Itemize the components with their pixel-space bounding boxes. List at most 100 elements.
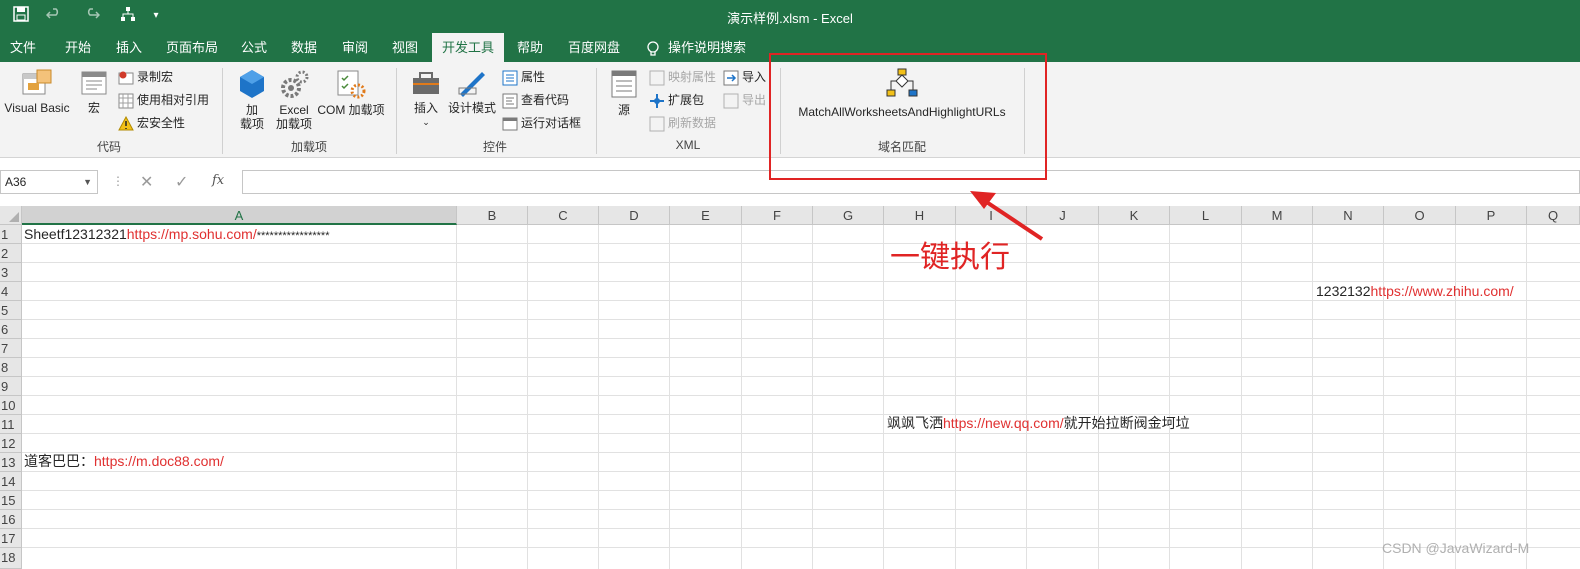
com-addins-button[interactable]: COM 加载项 <box>316 68 386 117</box>
view-code-button[interactable]: 查看代码 <box>502 90 569 110</box>
map-properties-button[interactable]: 映射属性 <box>649 67 716 87</box>
view-code-label: 查看代码 <box>521 93 570 107</box>
import-label: 导入 <box>742 70 767 84</box>
cell-n4-text: 1232132 <box>1316 283 1371 299</box>
tab-home[interactable]: 开始 <box>55 33 101 62</box>
row-header[interactable]: 13 <box>0 453 22 472</box>
tab-view[interactable]: 视图 <box>382 33 428 62</box>
tab-formulas[interactable]: 公式 <box>231 33 277 62</box>
row-header[interactable]: 11 <box>0 415 22 434</box>
addins-button[interactable]: 加 载项 <box>234 68 270 131</box>
row-header[interactable]: 3 <box>0 263 22 282</box>
toolbox-icon <box>413 72 439 94</box>
row-header[interactable]: 6 <box>0 320 22 339</box>
cell-a1[interactable]: Sheetf12312321https://mp.sohu.com/******… <box>24 225 330 244</box>
column-header-b[interactable]: B <box>457 206 528 225</box>
cell-h11[interactable]: 飒飒飞洒https://new.qq.com/就开始拉断阀金坷垃 <box>887 414 1190 433</box>
tab-baidu-netdisk[interactable]: 百度网盘 <box>558 33 630 62</box>
enter-icon[interactable]: ✓ <box>175 172 188 192</box>
grid-line <box>741 225 742 569</box>
column-header-a[interactable]: A <box>22 206 457 225</box>
cell-n4-url: https://www.zhihu.com/ <box>1370 283 1514 299</box>
cancel-icon[interactable]: ✕ <box>140 172 153 192</box>
macro-security-label: 宏安全性 <box>137 116 186 130</box>
run-dialog-button[interactable]: 运行对话框 <box>502 113 581 133</box>
cell-n4[interactable]: 1232132https://www.zhihu.com/ <box>1316 282 1514 301</box>
refresh-data-label: 刷新数据 <box>668 116 717 130</box>
row-header[interactable]: 14 <box>0 472 22 491</box>
tab-data[interactable]: 数据 <box>281 33 327 62</box>
relative-ref-button[interactable]: 使用相对引用 <box>118 90 209 110</box>
row-header[interactable]: 15 <box>0 491 22 510</box>
tab-file[interactable]: 文件 <box>0 33 46 62</box>
import-button[interactable]: 导入 <box>723 67 766 87</box>
row-header[interactable]: 7 <box>0 339 22 358</box>
cell-a13[interactable]: 道客巴巴：https://m.doc88.com/ <box>24 452 224 471</box>
tab-developer[interactable]: 开发工具 <box>432 33 504 62</box>
tab-review[interactable]: 审阅 <box>332 33 378 62</box>
design-mode-label: 设计模式 <box>447 101 496 115</box>
excel-addins-button[interactable]: Excel 加载项 <box>272 68 316 131</box>
column-header-p[interactable]: P <box>1456 206 1527 225</box>
properties-button[interactable]: 属性 <box>502 67 545 87</box>
column-header-o[interactable]: O <box>1384 206 1456 225</box>
column-header-k[interactable]: K <box>1099 206 1170 225</box>
addins-label-2: 载项 <box>239 117 264 131</box>
export-button[interactable]: 导出 <box>723 90 766 110</box>
row-header[interactable]: 9 <box>0 377 22 396</box>
select-all-corner[interactable] <box>0 206 22 225</box>
column-header-f[interactable]: F <box>742 206 813 225</box>
grid-line <box>527 225 528 569</box>
row-header[interactable]: 10 <box>0 396 22 415</box>
column-header-d[interactable]: D <box>599 206 670 225</box>
column-header-h[interactable]: H <box>884 206 956 225</box>
tab-help[interactable]: 帮助 <box>507 33 553 62</box>
grid-line <box>22 547 1580 548</box>
row-header[interactable]: 16 <box>0 510 22 529</box>
cell-a1-text: Sheetf12312321 <box>24 226 127 242</box>
xml-source-button[interactable]: 源 <box>606 68 642 117</box>
row-header[interactable]: 5 <box>0 301 22 320</box>
visual-basic-button[interactable]: Visual Basic <box>2 68 72 115</box>
column-header-c[interactable]: C <box>528 206 599 225</box>
tell-me-label: 操作说明搜索 <box>668 40 747 55</box>
column-header-l[interactable]: L <box>1170 206 1242 225</box>
macro-security-button[interactable]: 宏安全性 <box>118 113 185 133</box>
row-header[interactable]: 17 <box>0 529 22 548</box>
properties-icon <box>502 70 518 86</box>
row-header[interactable]: 12 <box>0 434 22 453</box>
grid-line <box>22 509 1580 510</box>
tell-me-search[interactable]: 操作说明搜索 <box>636 33 756 62</box>
insert-control-button[interactable]: 插入 ⌄ <box>406 68 446 129</box>
column-header-n[interactable]: N <box>1313 206 1384 225</box>
row-header[interactable]: 18 <box>0 548 22 569</box>
row-header[interactable]: 8 <box>0 358 22 377</box>
design-mode-button[interactable]: 设计模式 <box>446 68 498 115</box>
refresh-data-button[interactable]: 刷新数据 <box>649 113 716 133</box>
tab-insert[interactable]: 插入 <box>106 33 152 62</box>
name-box-value: A36 <box>5 175 27 189</box>
worksheet-grid[interactable]: A B C D E F G H I J K L M N O P Q 1 2 3 … <box>0 206 1580 569</box>
record-macro-button[interactable]: 录制宏 <box>118 67 173 87</box>
name-box[interactable]: A36 ▼ <box>0 170 98 194</box>
insert-function-icon[interactable]: fx <box>212 173 224 188</box>
column-header-g[interactable]: G <box>813 206 884 225</box>
column-header-q[interactable]: Q <box>1527 206 1580 225</box>
expansion-packs-label: 扩展包 <box>668 93 705 107</box>
gear-icon <box>281 70 309 98</box>
expansion-packs-button[interactable]: 扩展包 <box>649 90 704 110</box>
row-header[interactable]: 2 <box>0 244 22 263</box>
visual-basic-label: Visual Basic <box>4 101 70 115</box>
column-header-m[interactable]: M <box>1242 206 1313 225</box>
row-header[interactable]: 4 <box>0 282 22 301</box>
tab-page-layout[interactable]: 页面布局 <box>156 33 228 62</box>
annotation-highlight-box <box>769 53 1047 180</box>
group-separator <box>596 68 597 154</box>
relative-ref-label: 使用相对引用 <box>137 93 210 107</box>
grid-line <box>22 433 1580 434</box>
column-header-e[interactable]: E <box>670 206 742 225</box>
row-header[interactable]: 1 <box>0 225 22 244</box>
macros-button[interactable]: 宏 <box>76 68 112 115</box>
insert-control-label: 插入 <box>413 101 438 115</box>
cell-a1-url: https://mp.sohu.com/ <box>126 226 257 242</box>
